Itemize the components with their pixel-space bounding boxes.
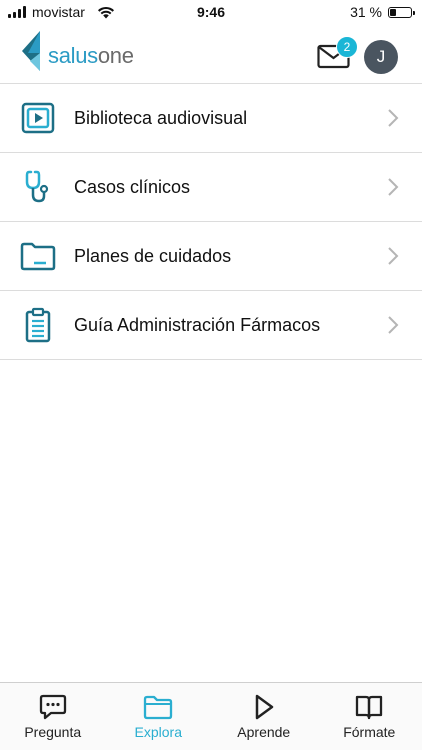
tab-label: Explora: [134, 724, 182, 740]
logo-text-salus: salus: [48, 43, 98, 68]
video-library-icon: [20, 100, 56, 136]
book-icon: [354, 693, 384, 721]
chevron-right-icon: [388, 178, 399, 196]
battery-fill: [390, 8, 397, 16]
stethoscope-icon: [20, 169, 56, 205]
tab-label: Pregunta: [24, 724, 82, 740]
chevron-right-icon: [388, 109, 399, 127]
menu-label: Guía Administración Fármacos: [74, 314, 321, 335]
clipboard-icon: [20, 307, 56, 343]
chat-icon: [38, 693, 68, 721]
tab-bar: Pregunta Explora Aprende Fórmate: [0, 682, 422, 750]
menu-item-guia-administracion-farmacos[interactable]: Guía Administración Fármacos: [0, 291, 422, 360]
chevron-right-icon: [388, 247, 399, 265]
menu-item-planes-de-cuidados[interactable]: Planes de cuidados: [0, 222, 422, 291]
menu-item-casos-clinicos[interactable]: Casos clínicos: [0, 153, 422, 222]
menu-label: Biblioteca audiovisual: [74, 107, 248, 128]
menu-label: Casos clínicos: [74, 176, 191, 197]
battery-percent: 31 %: [350, 4, 382, 20]
salusone-logo[interactable]: salusone: [22, 31, 134, 71]
logo-text-one: one: [97, 43, 134, 68]
status-bar: movistar 9:46 31 %: [0, 0, 422, 26]
tab-explora[interactable]: Explora: [106, 683, 212, 750]
avatar[interactable]: J: [364, 40, 398, 74]
menu-list: Biblioteca audiovisual Casos clínicos Pl…: [0, 84, 422, 360]
logo-text: salusone: [48, 43, 134, 69]
app-screen: movistar 9:46 31 % salusone 2 J Bibliote…: [0, 0, 422, 750]
battery-icon: [388, 6, 415, 18]
tab-formate[interactable]: Fórmate: [317, 683, 422, 750]
logo-mark-icon: [22, 31, 40, 71]
tab-label: Fórmate: [343, 724, 396, 740]
chevron-right-icon: [388, 316, 399, 334]
app-header: salusone 2 J: [0, 26, 422, 84]
tab-label: Aprende: [237, 724, 291, 740]
menu-item-biblioteca-audiovisual[interactable]: Biblioteca audiovisual: [0, 84, 422, 153]
tab-pregunta[interactable]: Pregunta: [0, 683, 106, 750]
menu-label: Planes de cuidados: [74, 245, 232, 266]
status-right: 31 %: [350, 4, 415, 20]
folder-icon: [143, 693, 173, 721]
mail-badge: 2: [336, 36, 358, 58]
folder-icon: [20, 238, 56, 274]
play-icon: [249, 693, 279, 721]
tab-aprende[interactable]: Aprende: [211, 683, 317, 750]
